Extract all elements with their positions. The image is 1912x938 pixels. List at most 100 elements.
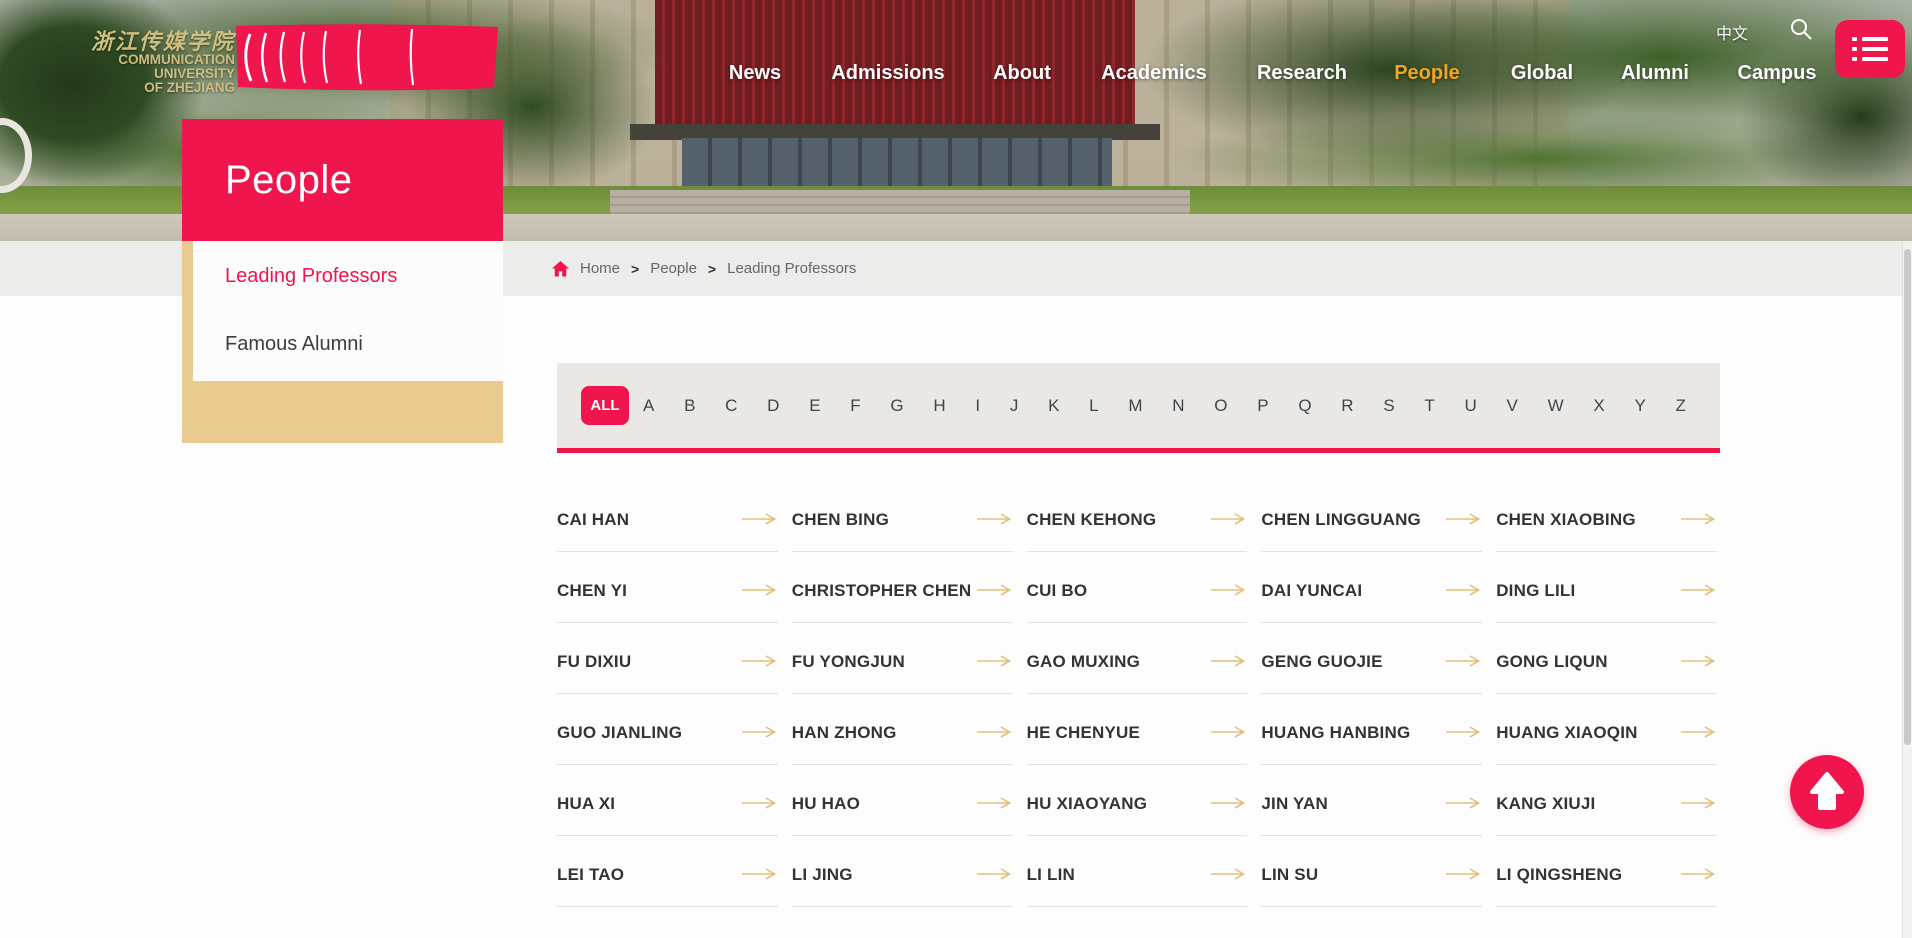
gold-arrow-icon — [977, 655, 1011, 667]
letter-k[interactable]: K — [1048, 396, 1059, 416]
professor-link[interactable]: HAN ZHONG — [792, 710, 1013, 765]
professor-name: HE CHENYUE — [1027, 723, 1140, 743]
professor-link[interactable]: HU XIAOYANG — [1027, 781, 1248, 836]
professor-link[interactable]: GUO JIANLING — [557, 710, 778, 765]
letter-c[interactable]: C — [725, 396, 737, 416]
professor-link[interactable]: LIN SU — [1261, 852, 1482, 907]
back-to-top-button[interactable] — [1790, 755, 1864, 829]
nav-item-alumni[interactable]: Alumni — [1621, 62, 1689, 85]
nav-item-research[interactable]: Research — [1257, 62, 1347, 85]
letter-t[interactable]: T — [1424, 396, 1434, 416]
professor-link[interactable]: FU DIXIU — [557, 639, 778, 694]
menu-button[interactable] — [1835, 20, 1905, 78]
professor-link[interactable]: CHEN BING — [792, 497, 1013, 552]
professor-link[interactable]: CHEN YI — [557, 568, 778, 623]
page: 浙江传媒学院 COMMUNICATION UNIVERSITY OF ZHEJI… — [0, 0, 1912, 938]
gold-arrow-icon — [1446, 726, 1480, 738]
nav-item-academics[interactable]: Academics — [1101, 62, 1207, 85]
letter-d[interactable]: D — [767, 396, 779, 416]
professor-name: HUA XI — [557, 794, 615, 814]
professor-link[interactable]: LI JING — [792, 852, 1013, 907]
letter-o[interactable]: O — [1214, 396, 1227, 416]
professor-name: CAI HAN — [557, 510, 629, 530]
letter-a[interactable]: A — [643, 396, 654, 416]
letter-h[interactable]: H — [933, 396, 945, 416]
gold-arrow-icon — [1446, 584, 1480, 596]
professor-link[interactable]: GENG GUOJIE — [1261, 639, 1482, 694]
letter-u[interactable]: U — [1465, 396, 1477, 416]
language-switch[interactable]: 中文 — [1716, 20, 1748, 44]
nav-item-global[interactable]: Global — [1511, 62, 1573, 85]
letter-z[interactable]: Z — [1676, 396, 1686, 416]
professor-name: CHEN BING — [792, 510, 889, 530]
sidebar-item-leading-professors[interactable]: Leading Professors — [225, 265, 397, 288]
letter-y[interactable]: Y — [1634, 396, 1645, 416]
filter-all-button[interactable]: ALL — [581, 386, 629, 425]
professor-link[interactable]: CHEN XIAOBING — [1496, 497, 1717, 552]
professors-grid: CAI HAN CHEN BING CHEN KEHONG CHEN LINGGUAN… — [557, 497, 1717, 907]
nav-item-admissions[interactable]: Admissions — [831, 62, 944, 85]
gold-arrow-icon — [742, 584, 776, 596]
professor-link[interactable]: LI QINGSHENG — [1496, 852, 1717, 907]
letter-m[interactable]: M — [1128, 396, 1142, 416]
professor-link[interactable]: HE CHENYUE — [1027, 710, 1248, 765]
professor-link[interactable]: CHEN LINGGUANG — [1261, 497, 1482, 552]
professor-name: HU HAO — [792, 794, 860, 814]
letter-e[interactable]: E — [809, 396, 820, 416]
gold-arrow-icon — [1681, 513, 1715, 525]
professor-link[interactable]: HUA XI — [557, 781, 778, 836]
professor-link[interactable]: CAI HAN — [557, 497, 778, 552]
letter-i[interactable]: I — [975, 396, 980, 416]
gold-arrow-icon — [977, 868, 1011, 880]
professor-name: CHEN XIAOBING — [1496, 510, 1636, 530]
nav-item-campus[interactable]: Campus — [1738, 62, 1817, 85]
letter-s[interactable]: S — [1383, 396, 1394, 416]
letter-b[interactable]: B — [684, 396, 695, 416]
gold-arrow-icon — [742, 655, 776, 667]
professor-link[interactable]: HUANG HANBING — [1261, 710, 1482, 765]
nav-item-people[interactable]: People — [1394, 62, 1460, 85]
professor-link[interactable]: DAI YUNCAI — [1261, 568, 1482, 623]
scrollbar-track[interactable] — [1902, 241, 1912, 938]
letter-f[interactable]: F — [850, 396, 860, 416]
nav-item-about[interactable]: About — [993, 62, 1051, 85]
breadcrumb-home[interactable]: Home — [580, 260, 620, 277]
professor-link[interactable]: CUI BO — [1027, 568, 1248, 623]
letter-j[interactable]: J — [1010, 396, 1019, 416]
gold-arrow-icon — [1211, 797, 1245, 809]
professor-link[interactable]: LEI TAO — [557, 852, 778, 907]
breadcrumb-leading-professors[interactable]: Leading Professors — [727, 260, 856, 277]
professor-name: CHEN LINGGUANG — [1261, 510, 1421, 530]
breadcrumb-separator: > — [708, 261, 716, 277]
professor-link[interactable]: DING LILI — [1496, 568, 1717, 623]
search-icon[interactable] — [1789, 17, 1813, 41]
professor-link[interactable]: GONG LIQUN — [1496, 639, 1717, 694]
professor-link[interactable]: HU HAO — [792, 781, 1013, 836]
letter-p[interactable]: P — [1257, 396, 1268, 416]
professor-link[interactable]: CHEN KEHONG — [1027, 497, 1248, 552]
letter-w[interactable]: W — [1548, 396, 1564, 416]
gold-arrow-icon — [1211, 868, 1245, 880]
scrollbar-thumb[interactable] — [1904, 249, 1911, 745]
professor-link[interactable]: LI LIN — [1027, 852, 1248, 907]
professor-link[interactable]: FU YONGJUN — [792, 639, 1013, 694]
letter-l[interactable]: L — [1089, 396, 1098, 416]
nav-item-news[interactable]: News — [729, 62, 781, 85]
letter-x[interactable]: X — [1593, 396, 1604, 416]
professor-link[interactable]: CHRISTOPHER CHEN — [792, 568, 1013, 623]
professor-name: LI LIN — [1027, 865, 1075, 885]
professor-name: HUANG XIAOQIN — [1496, 723, 1637, 743]
letter-n[interactable]: N — [1172, 396, 1184, 416]
sidebar-item-famous-alumni[interactable]: Famous Alumni — [225, 333, 363, 356]
professor-link[interactable]: KANG XIUJI — [1496, 781, 1717, 836]
professor-link[interactable]: JIN YAN — [1261, 781, 1482, 836]
arrow-up-icon — [1807, 771, 1847, 813]
letter-g[interactable]: G — [890, 396, 903, 416]
letter-v[interactable]: V — [1507, 396, 1518, 416]
letter-r[interactable]: R — [1341, 396, 1353, 416]
letter-q[interactable]: Q — [1298, 396, 1311, 416]
professor-link[interactable]: GAO MUXING — [1027, 639, 1248, 694]
gold-arrow-icon — [1681, 726, 1715, 738]
professor-link[interactable]: HUANG XIAOQIN — [1496, 710, 1717, 765]
breadcrumb-people[interactable]: People — [650, 260, 697, 277]
